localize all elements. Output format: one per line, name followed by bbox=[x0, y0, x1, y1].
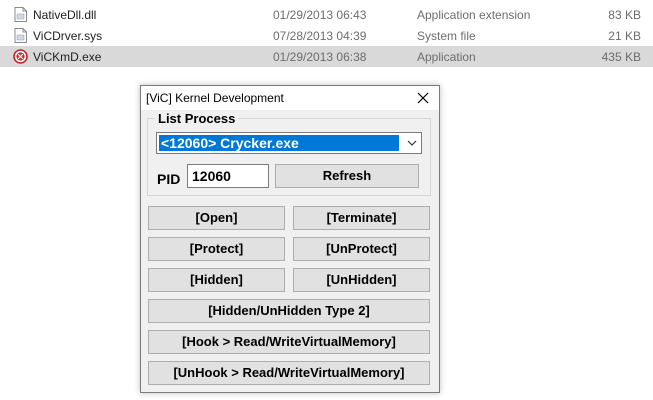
file-row-vicdrver[interactable]: ViCDrver.sys 07/28/2013 04:39 System fil… bbox=[0, 25, 653, 46]
chevron-down-icon[interactable] bbox=[405, 136, 419, 150]
file-row-vickmd[interactable]: ViCKmD.exe 01/29/2013 06:38 Application … bbox=[0, 46, 653, 67]
pid-input[interactable] bbox=[187, 164, 269, 188]
file-type: Application extension bbox=[417, 8, 531, 22]
process-selected: <12060> Crycker.exe bbox=[159, 135, 399, 151]
file-size: 83 KB bbox=[608, 8, 641, 22]
terminate-button[interactable]: [Terminate] bbox=[293, 206, 430, 230]
hook-button[interactable]: [Hook > Read/WriteVirtualMemory] bbox=[148, 330, 430, 354]
document-icon bbox=[14, 7, 27, 22]
kernel-dialog: [ViC] Kernel Development List Process <1… bbox=[140, 85, 440, 393]
hidden-type2-button[interactable]: [Hidden/UnHidden Type 2] bbox=[148, 299, 430, 323]
file-date: 07/28/2013 04:39 bbox=[273, 29, 367, 43]
document-icon bbox=[14, 28, 27, 43]
open-button[interactable]: [Open] bbox=[148, 206, 285, 230]
app-icon bbox=[13, 49, 28, 64]
pid-label: PID bbox=[157, 171, 181, 187]
unhook-button[interactable]: [UnHook > Read/WriteVirtualMemory] bbox=[148, 361, 430, 385]
unhidden-button[interactable]: [UnHidden] bbox=[293, 268, 430, 292]
title-bar[interactable]: [ViC] Kernel Development bbox=[141, 86, 439, 110]
file-name: ViCDrver.sys bbox=[33, 29, 103, 43]
refresh-button[interactable]: Refresh bbox=[275, 164, 419, 188]
close-icon[interactable] bbox=[407, 86, 439, 110]
file-size: 21 KB bbox=[608, 29, 641, 43]
hidden-button[interactable]: [Hidden] bbox=[148, 268, 285, 292]
file-type: System file bbox=[417, 29, 476, 43]
file-date: 01/29/2013 06:43 bbox=[273, 8, 367, 22]
file-row-nativedll[interactable]: NativeDll.dll 01/29/2013 06:43 Applicati… bbox=[0, 4, 653, 25]
window-title: [ViC] Kernel Development bbox=[146, 91, 284, 105]
unprotect-button[interactable]: [UnProtect] bbox=[293, 237, 430, 261]
file-date: 01/29/2013 06:38 bbox=[273, 50, 367, 64]
protect-button[interactable]: [Protect] bbox=[148, 237, 285, 261]
process-dropdown[interactable]: <12060> Crycker.exe bbox=[156, 132, 422, 154]
file-size: 435 KB bbox=[601, 50, 641, 64]
file-type: Application bbox=[417, 50, 476, 64]
file-name: NativeDll.dll bbox=[33, 8, 97, 22]
file-name: ViCKmD.exe bbox=[33, 50, 102, 64]
group-label: List Process bbox=[155, 111, 239, 126]
